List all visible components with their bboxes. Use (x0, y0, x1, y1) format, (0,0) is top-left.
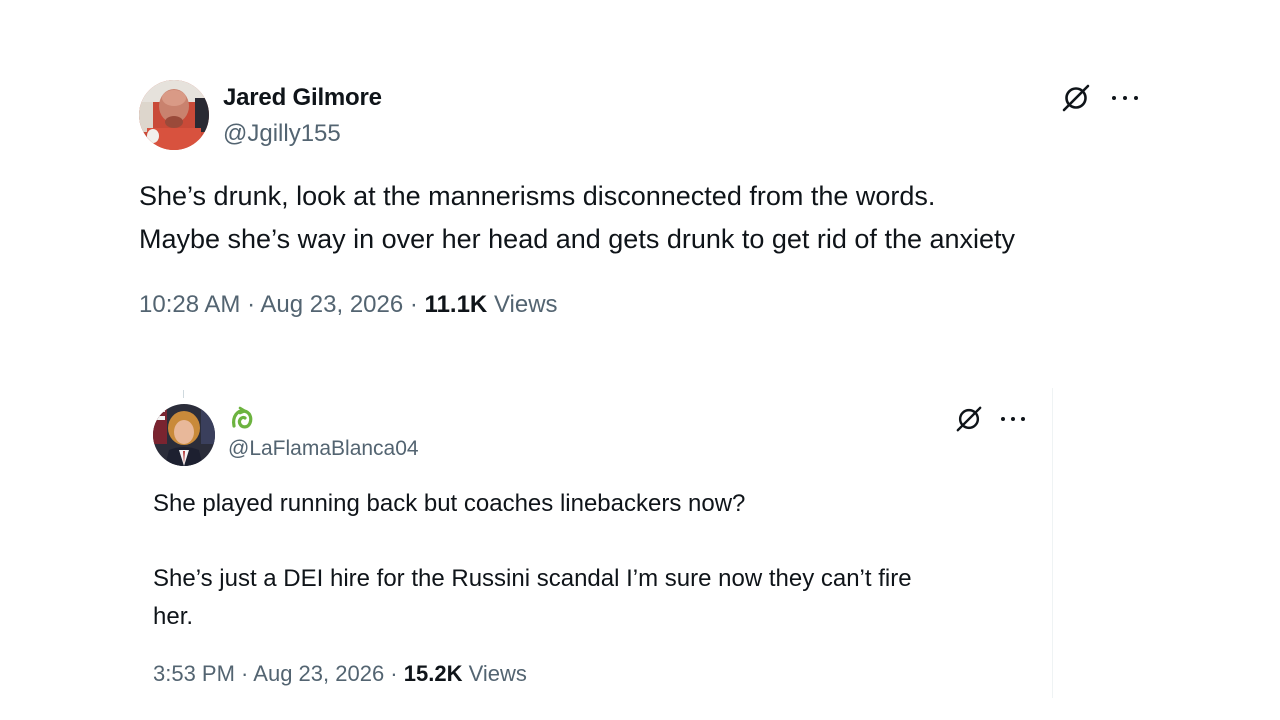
tweet-2: @LaFlamaBlanca04 She played running back… (153, 400, 1033, 700)
meta-separator: · (403, 291, 425, 318)
tweet-meta: 10:28 AM · Aug 23, 2026 · 11.1K Views (139, 291, 558, 319)
tweet-text-line: Maybe she’s way in over her head and get… (139, 224, 1016, 254)
tweet-text-line: She’s drunk, look at the mannerisms disc… (139, 181, 936, 211)
timestamp-time[interactable]: 3:53 PM (153, 661, 235, 686)
column-divider (1052, 388, 1053, 698)
avatar[interactable] (153, 404, 215, 466)
display-name[interactable]: Jared Gilmore (223, 84, 382, 112)
tweet-text-line: her. (153, 603, 194, 630)
views-label: Views (468, 661, 527, 686)
more-options-icon[interactable] (1001, 417, 1027, 423)
user-handle[interactable]: @LaFlamaBlanca04 (228, 437, 419, 461)
tweet-text-line: She played running back but coaches line… (153, 490, 746, 517)
green-badge-icon (232, 406, 253, 429)
tweet-1: Jared Gilmore @Jgilly155 She’s drunk, lo… (139, 78, 1149, 328)
avatar[interactable] (139, 80, 209, 150)
views-count: 15.2K (403, 661, 463, 686)
timestamp-date[interactable]: Aug 23, 2026 (253, 661, 384, 686)
grok-icon[interactable] (955, 405, 983, 433)
views-count: 11.1K (424, 291, 488, 318)
tweet-meta: 3:53 PM · Aug 23, 2026 · 15.2K Views (153, 661, 527, 687)
timestamp-date[interactable]: Aug 23, 2026 (260, 291, 403, 318)
grok-icon[interactable] (1061, 83, 1091, 113)
timestamp-time[interactable]: 10:28 AM (139, 291, 240, 318)
meta-separator: · (240, 291, 261, 318)
thread-connector (183, 390, 184, 398)
meta-separator: · (234, 661, 254, 686)
views-label: Views (493, 291, 558, 318)
meta-separator: · (384, 661, 404, 686)
more-options-icon[interactable] (1112, 96, 1140, 102)
user-handle[interactable]: @Jgilly155 (223, 120, 341, 148)
tweet-text-line: She’s just a DEI hire for the Russini sc… (153, 565, 912, 592)
